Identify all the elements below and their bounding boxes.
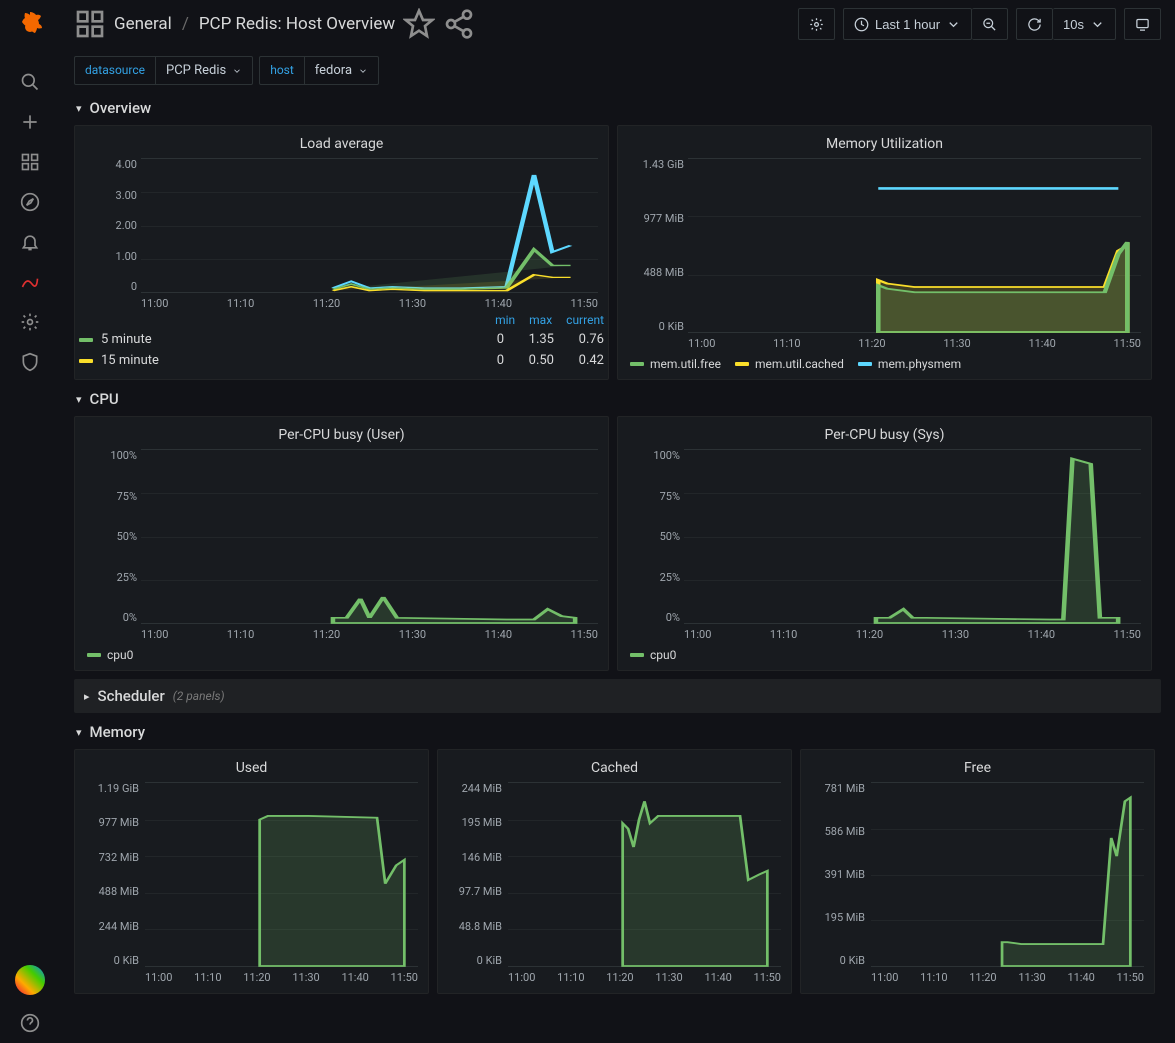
compass-icon[interactable] <box>10 182 50 222</box>
page-title: PCP Redis: Host Overview <box>199 14 395 34</box>
apps-icon[interactable] <box>10 142 50 182</box>
share-icon[interactable] <box>443 8 475 40</box>
zoom-out-button[interactable] <box>972 8 1008 40</box>
star-icon[interactable] <box>403 8 435 40</box>
panel-mem-cached[interactable]: Cached 244 MiB195 MiB146 MiB97.7 MiB48.8… <box>437 749 792 994</box>
refresh-button[interactable] <box>1016 8 1053 40</box>
panel-title: Cached <box>438 756 791 782</box>
breadcrumb: General / PCP Redis: Host Overview <box>114 14 395 34</box>
panel-title: Free <box>801 756 1154 782</box>
chart-plot[interactable] <box>145 782 418 967</box>
legend: mem.util.free mem.util.cached mem.physme… <box>618 351 1151 371</box>
legend-row[interactable]: 5 minute01.350.76 <box>75 329 608 350</box>
panel-memory-utilization[interactable]: Memory Utilization 1.43 GiB977 MiB488 Mi… <box>617 125 1152 380</box>
panel-grid-icon[interactable] <box>74 8 106 40</box>
plus-icon[interactable] <box>10 102 50 142</box>
grafana-logo[interactable] <box>14 10 46 42</box>
search-icon[interactable] <box>10 62 50 102</box>
panel-title: Per-CPU busy (User) <box>75 423 608 449</box>
panel-load-average[interactable]: Load average 4.003.002.001.000 11:0011:1… <box>74 125 609 380</box>
row-overview-toggle[interactable]: ▾Overview <box>74 89 1161 125</box>
sidenav <box>0 0 60 1043</box>
var-datasource-label: datasource <box>74 56 156 85</box>
panel-mem-free[interactable]: Free 781 MiB586 MiB391 MiB195 MiB0 KiB 1… <box>800 749 1155 994</box>
shield-icon[interactable] <box>10 342 50 382</box>
template-variables: datasource PCP Redis host fedora <box>60 48 1175 89</box>
row-memory-toggle[interactable]: ▾Memory <box>74 713 1161 749</box>
chart-plot[interactable] <box>508 782 781 967</box>
settings-button[interactable] <box>798 8 835 40</box>
cycle-view-button[interactable] <box>1124 8 1161 40</box>
panel-title: Memory Utilization <box>618 132 1151 158</box>
panel-title: Per-CPU busy (Sys) <box>618 423 1151 449</box>
chevron-down-icon: ▾ <box>76 726 82 739</box>
refresh-interval-button[interactable]: 10s <box>1053 8 1116 40</box>
panel-title: Load average <box>75 132 608 158</box>
topbar: General / PCP Redis: Host Overview Last … <box>60 0 1175 48</box>
chart-plot[interactable] <box>871 782 1144 967</box>
panel-cpu-sys[interactable]: Per-CPU busy (Sys) 100%75%50%25%0% 11:00… <box>617 416 1152 671</box>
panel-mem-used[interactable]: Used 1.19 GiB977 MiB732 MiB488 MiB244 Mi… <box>74 749 429 994</box>
panel-title: Used <box>75 756 428 782</box>
chart-plot[interactable] <box>684 449 1141 624</box>
chevron-down-icon: ▾ <box>76 102 82 115</box>
legend-row[interactable]: 15 minute00.500.42 <box>75 350 608 371</box>
var-host-label: host <box>259 56 305 85</box>
gear-icon[interactable] <box>10 302 50 342</box>
breadcrumb-folder[interactable]: General <box>114 14 172 34</box>
chevron-down-icon: ▾ <box>76 393 82 406</box>
avatar[interactable] <box>15 965 45 995</box>
legend-table: minmaxcurrent 5 minute01.350.76 15 minut… <box>75 311 608 371</box>
chart-plot[interactable] <box>141 158 598 293</box>
legend: cpu0 <box>618 642 1151 662</box>
panel-cpu-user[interactable]: Per-CPU busy (User) 100%75%50%25%0% 11:0… <box>74 416 609 671</box>
row-scheduler-toggle[interactable]: ▸Scheduler(2 panels) <box>74 679 1161 713</box>
time-picker-button[interactable]: Last 1 hour <box>843 8 972 40</box>
var-host-select[interactable]: fedora <box>305 56 379 85</box>
refresh-interval-label: 10s <box>1063 17 1084 32</box>
pcp-icon[interactable] <box>10 262 50 302</box>
row-cpu-toggle[interactable]: ▾CPU <box>74 380 1161 416</box>
chart-plot[interactable] <box>688 158 1141 333</box>
help-icon[interactable] <box>10 1003 50 1043</box>
chart-plot[interactable] <box>141 449 598 624</box>
bell-icon[interactable] <box>10 222 50 262</box>
time-picker-label: Last 1 hour <box>875 17 940 32</box>
var-datasource-select[interactable]: PCP Redis <box>156 56 253 85</box>
legend: cpu0 <box>75 642 608 662</box>
chevron-right-icon: ▸ <box>84 690 90 703</box>
